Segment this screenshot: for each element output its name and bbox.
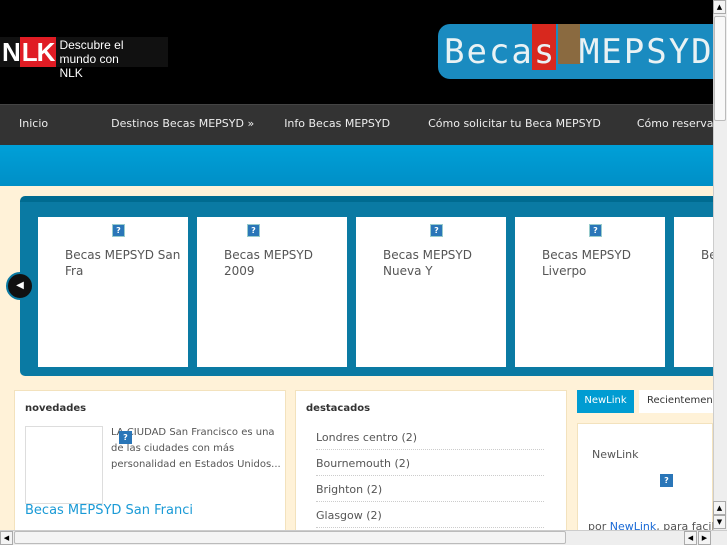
- nav-info[interactable]: Info Becas MEPSYD: [270, 105, 408, 145]
- missing-image-icon: ?: [112, 224, 125, 237]
- list-item[interactable]: Brighton (2): [316, 476, 544, 502]
- missing-image-icon: ?: [430, 224, 443, 237]
- missing-image-icon: ?: [119, 431, 132, 444]
- nav-destinos[interactable]: Destinos Becas MEPSYD »: [67, 105, 270, 145]
- chevron-left-icon: ◀: [16, 280, 24, 291]
- main-nav: Inicio Destinos Becas MEPSYD » Info Beca…: [0, 104, 713, 145]
- nav-inicio[interactable]: Inicio: [0, 105, 67, 145]
- list-item[interactable]: Bournemouth (2): [316, 450, 544, 476]
- nav-como-reservar[interactable]: Cómo reservar un curso: [619, 105, 713, 145]
- scroll-up-button[interactable]: ▲: [713, 0, 726, 14]
- logo[interactable]: NLK Descubre el mundo con NLK: [0, 37, 168, 80]
- carousel-prev-button[interactable]: ◀: [6, 272, 34, 300]
- novedades-title-link[interactable]: Becas MEPSYD San Franci: [25, 503, 193, 518]
- scroll-left-button[interactable]: ◀: [0, 531, 13, 545]
- carousel-item[interactable]: ? Becas MEPSYD 2009: [197, 217, 347, 367]
- thumbnail[interactable]: [25, 426, 103, 504]
- sidebar-panel: NewLink ? por NewLink, para facilitar: [577, 423, 727, 535]
- blue-band: [0, 145, 713, 186]
- destacados-panel: destacados Londres centro (2) Bournemout…: [295, 390, 567, 535]
- missing-image-icon: ?: [589, 224, 602, 237]
- list-item[interactable]: Londres centro (2): [316, 424, 544, 450]
- nav-como-solicitar[interactable]: Cómo solicitar tu Beca MEPSYD: [408, 105, 619, 145]
- carousel-item[interactable]: ? Becas MEPSYD Nueva Y: [356, 217, 506, 367]
- carousel: ? Becas MEPSYD San Fra ? Becas MEPSYD 2009…: [20, 196, 713, 376]
- tab-newlink[interactable]: NewLink: [577, 390, 634, 413]
- carousel-item[interactable]: ? Becas MEPSYD Liverpo: [515, 217, 665, 367]
- missing-image-icon: ?: [660, 474, 673, 487]
- list-item[interactable]: Glasgow (2): [316, 502, 544, 528]
- tab-recientemente[interactable]: Recientemente: [639, 390, 713, 413]
- missing-image-icon: ?: [247, 224, 260, 237]
- carousel-item[interactable]: ? Becas MEPSYD San Fra: [38, 217, 188, 367]
- scroll-left-button[interactable]: ◀: [684, 531, 697, 545]
- scroll-down-button[interactable]: ▼: [713, 515, 726, 529]
- scroll-up-button[interactable]: ▲: [713, 501, 726, 515]
- carousel-item[interactable]: Becas MEPSYD Sl: [674, 217, 713, 367]
- banner-image: Becas MEPSYD: [438, 24, 713, 79]
- novedades-panel: novedades LA CIUDAD San Francisco es una…: [14, 390, 286, 535]
- horizontal-scrollbar-thumb[interactable]: [14, 531, 566, 544]
- scroll-right-button[interactable]: ▶: [698, 531, 711, 545]
- vertical-scrollbar-thumb[interactable]: [714, 16, 726, 121]
